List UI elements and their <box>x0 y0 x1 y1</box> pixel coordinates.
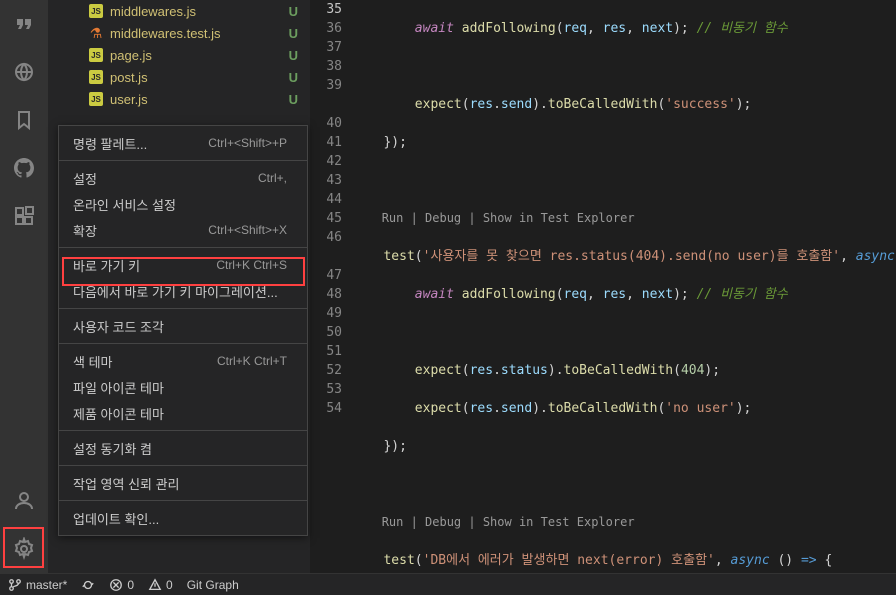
bookmark-icon[interactable] <box>0 96 48 144</box>
code-editor[interactable]: 35 36 37 38 39 40 41 42 43 44 45 46 47 4… <box>310 0 896 573</box>
file-item[interactable]: JSuser.jsU <box>48 88 310 110</box>
menu-settings[interactable]: 설정Ctrl+, <box>59 165 307 191</box>
activity-bar <box>0 0 48 573</box>
test-file-icon: ⚗ <box>88 25 104 41</box>
gear-icon[interactable] <box>0 525 48 573</box>
menu-workspace-trust[interactable]: 작업 영역 신뢰 관리 <box>59 470 307 496</box>
menu-separator <box>59 343 307 344</box>
account-icon[interactable] <box>0 477 48 525</box>
settings-context-menu: 명령 팔레트...Ctrl+<Shift>+P 설정Ctrl+, 온라인 서비스… <box>58 125 308 536</box>
menu-color-theme[interactable]: 색 테마Ctrl+K Ctrl+T <box>59 348 307 374</box>
warnings-indicator[interactable]: 0 <box>148 578 173 592</box>
js-file-icon: JS <box>89 92 103 106</box>
quote-icon[interactable] <box>0 0 48 48</box>
menu-separator <box>59 465 307 466</box>
file-item[interactable]: JSpage.jsU <box>48 44 310 66</box>
globe-icon[interactable] <box>0 48 48 96</box>
menu-product-icon-theme[interactable]: 제품 아이콘 테마 <box>59 400 307 426</box>
menu-separator <box>59 430 307 431</box>
menu-user-snippets[interactable]: 사용자 코드 조각 <box>59 313 307 339</box>
menu-check-updates[interactable]: 업데이트 확인... <box>59 505 307 531</box>
menu-separator <box>59 247 307 248</box>
github-icon[interactable] <box>0 144 48 192</box>
menu-separator <box>59 500 307 501</box>
menu-online-services[interactable]: 온라인 서비스 설정 <box>59 191 307 217</box>
file-item[interactable]: JSmiddlewares.jsU <box>48 0 310 22</box>
menu-separator <box>59 160 307 161</box>
menu-separator <box>59 308 307 309</box>
git-graph-button[interactable]: Git Graph <box>187 578 239 592</box>
code-lens[interactable]: Run | Debug | Show in Test Explorer <box>360 513 896 532</box>
status-bar: master* 0 0 Git Graph <box>0 573 896 595</box>
branch-indicator[interactable]: master* <box>8 578 67 592</box>
js-file-icon: JS <box>89 4 103 18</box>
file-item[interactable]: JSpost.jsU <box>48 66 310 88</box>
js-file-icon: JS <box>89 48 103 62</box>
code-content[interactable]: await addFollowing(req, res, next); // 비… <box>360 0 896 573</box>
errors-indicator[interactable]: 0 <box>109 578 134 592</box>
menu-migrate-shortcuts[interactable]: 다음에서 바로 가기 키 마이그레이션... <box>59 278 307 304</box>
menu-command-palette[interactable]: 명령 팔레트...Ctrl+<Shift>+P <box>59 130 307 156</box>
menu-extensions[interactable]: 확장Ctrl+<Shift>+X <box>59 217 307 243</box>
line-number-gutter: 35 36 37 38 39 40 41 42 43 44 45 46 47 4… <box>310 0 360 573</box>
extensions-icon[interactable] <box>0 192 48 240</box>
menu-keyboard-shortcuts[interactable]: 바로 가기 키Ctrl+K Ctrl+S <box>59 252 307 278</box>
code-lens[interactable]: Run | Debug | Show in Test Explorer <box>360 209 896 228</box>
js-file-icon: JS <box>89 70 103 84</box>
menu-file-icon-theme[interactable]: 파일 아이콘 테마 <box>59 374 307 400</box>
file-item[interactable]: ⚗middlewares.test.jsU <box>48 22 310 44</box>
sync-icon[interactable] <box>81 578 95 592</box>
menu-settings-sync[interactable]: 설정 동기화 켬 <box>59 435 307 461</box>
